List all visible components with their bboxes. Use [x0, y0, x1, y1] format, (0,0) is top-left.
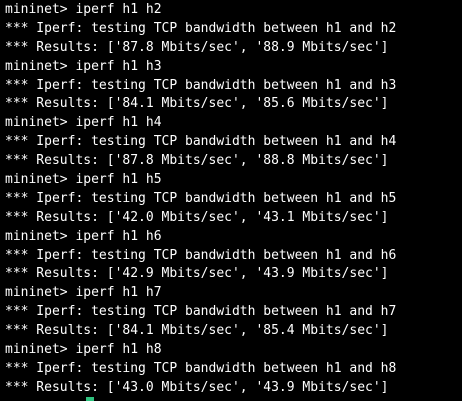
output-line: *** Results: ['43.0 Mbits/sec', '43.9 Mb… — [5, 379, 389, 395]
output-line: *** Iperf: testing TCP bandwidth between… — [5, 304, 397, 320]
output-line: *** Iperf: testing TCP bandwidth between… — [5, 247, 397, 263]
output-line: *** Results: ['84.1 Mbits/sec', '85.4 Mb… — [5, 323, 389, 339]
prompt-line: mininet> iperf h1 h6 — [5, 228, 162, 244]
output-line: *** Iperf: testing TCP bandwidth between… — [5, 20, 397, 36]
output-line: *** Results: ['87.8 Mbits/sec', '88.8 Mb… — [5, 153, 389, 169]
prompt-line: mininet> iperf h1 h8 — [5, 342, 162, 358]
output-line: *** Results: ['42.0 Mbits/sec', '43.1 Mb… — [5, 209, 389, 225]
prompt-line: mininet> iperf h1 h4 — [5, 115, 162, 131]
output-line: *** Iperf: testing TCP bandwidth between… — [5, 190, 397, 206]
terminal-output[interactable]: mininet> iperf h1 h2 *** Iperf: testing … — [0, 0, 462, 401]
prompt-line: mininet> iperf h1 h5 — [5, 172, 162, 188]
output-line: *** Iperf: testing TCP bandwidth between… — [5, 360, 397, 376]
output-line: *** Iperf: testing TCP bandwidth between… — [5, 134, 397, 150]
output-line: *** Iperf: testing TCP bandwidth between… — [5, 77, 397, 93]
output-line: *** Results: ['42.9 Mbits/sec', '43.9 Mb… — [5, 266, 389, 282]
output-line: *** Results: ['84.1 Mbits/sec', '85.6 Mb… — [5, 96, 389, 112]
prompt-line: mininet> iperf h1 h7 — [5, 285, 162, 301]
terminal-cursor — [86, 397, 94, 401]
output-line: *** Results: ['87.8 Mbits/sec', '88.9 Mb… — [5, 39, 389, 55]
prompt-line: mininet> iperf h1 h2 — [5, 2, 162, 17]
prompt-line: mininet> iperf h1 h3 — [5, 58, 162, 74]
